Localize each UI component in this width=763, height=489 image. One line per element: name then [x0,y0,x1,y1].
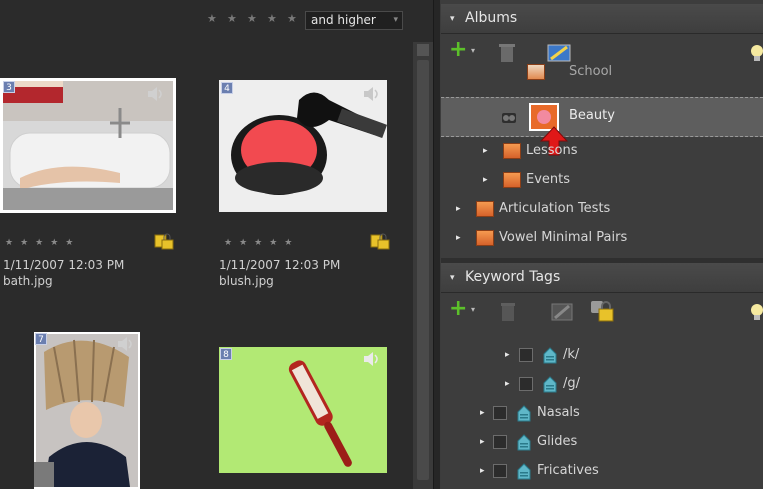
chevron-down-icon[interactable]: ▾ [471,305,475,314]
expand-icon[interactable]: ▸ [480,466,485,476]
expand-icon[interactable]: ▸ [456,204,461,214]
lightbulb-icon[interactable] [750,303,763,321]
album-item-articulation-tests[interactable]: ▸ Articulation Tests [441,195,763,223]
tag-icon [543,376,557,393]
tag-lock-icon[interactable] [370,233,390,251]
expand-icon[interactable]: ▸ [480,408,485,418]
tag-checkbox[interactable] [493,406,507,420]
media-browser: ★ ★ ★ ★ ★ and higher ▾ 3 ★★★★★ 1/11/2007… [0,0,414,489]
keyword-tags-title: Keyword Tags [465,269,561,285]
album-label: School [569,64,613,79]
chevron-down-icon[interactable]: ▾ [471,46,475,55]
rating-filter-bar: ★ ★ ★ ★ ★ and higher ▾ [0,0,414,36]
item-rating-stars[interactable]: ★★★★★ [5,238,80,248]
tag-checkbox[interactable] [519,348,533,362]
tag-icon [543,347,557,364]
collapse-icon: ▾ [450,273,455,283]
rating-filter-select[interactable]: and higher ▾ [305,11,403,30]
album-item-beauty[interactable]: Beauty [441,97,763,137]
item-number-badge: 4 [221,82,233,94]
album-folder-icon [476,201,494,217]
tag-label: Fricatives [537,463,599,478]
collapse-icon: ▾ [450,14,455,24]
smart-album-icon [502,113,516,123]
rating-star-1[interactable]: ★ [207,13,217,25]
tag-icon [517,405,531,422]
keyword-tags-header[interactable]: ▾ Keyword Tags [441,263,763,293]
rating-star-4[interactable]: ★ [267,13,277,25]
chevron-down-icon: ▾ [393,15,398,25]
rating-star-3[interactable]: ★ [247,13,257,25]
expand-icon[interactable]: ▸ [505,350,510,360]
tag-lock-icon[interactable] [154,233,174,251]
rating-star-2[interactable]: ★ [227,13,237,25]
album-label: Beauty [569,108,615,123]
item-date: 1/11/2007 12:03 PM [3,258,125,272]
expand-icon[interactable]: ▸ [480,437,485,447]
album-item-events[interactable]: ▸ Events [441,166,763,194]
speaker-icon[interactable] [362,351,382,367]
tag-label: Nasals [537,405,580,420]
album-folder-icon [476,230,494,246]
expand-icon[interactable]: ▸ [483,146,488,156]
panel-divider[interactable] [441,258,763,263]
item-rating-stars[interactable]: ★★★★★ [224,238,299,248]
add-tag-button[interactable]: + [449,297,467,321]
tag-checkbox[interactable] [493,435,507,449]
tag-lock-icon[interactable] [588,299,616,325]
tag-item-g[interactable]: ▸ /g/ [441,370,763,398]
album-icon [527,64,545,80]
item-number-badge: 8 [220,348,232,360]
tag-icon [517,434,531,451]
speaker-icon[interactable] [362,86,382,102]
browser-scrollbar[interactable] [413,42,433,489]
tag-label: /k/ [563,347,580,362]
add-album-button[interactable]: + [449,38,467,62]
tag-item-fricatives[interactable]: ▸ Fricatives [441,457,763,485]
organize-panel: ▾ Albums + ▾ School Beauty ▸ Lessons ▸ E… [441,0,763,489]
item-number-badge: 7 [35,333,47,345]
item-date: 1/11/2007 12:03 PM [219,258,341,272]
album-item-vowel-minimal-pairs[interactable]: ▸ Vowel Minimal Pairs [441,224,763,252]
expand-icon[interactable]: ▸ [505,379,510,389]
media-thumbnail-blush[interactable]: 4 [219,80,387,212]
trash-icon[interactable] [501,302,515,322]
rating-star-5[interactable]: ★ [287,13,297,25]
media-thumbnail-brush[interactable]: 8 [219,347,387,473]
tag-label: Glides [537,434,578,449]
item-number-badge: 3 [3,81,15,93]
album-folder-icon [503,143,521,159]
media-thumbnail-hair[interactable]: 7 [34,332,140,489]
item-filename: bath.jpg [3,274,53,288]
item-filename: blush.jpg [219,274,274,288]
speaker-icon[interactable] [146,86,166,102]
album-label: Lessons [526,143,578,158]
album-item-lessons[interactable]: ▸ Lessons [441,137,763,165]
scrollbar-thumb[interactable] [417,60,429,480]
tag-item-nasals[interactable]: ▸ Nasals [441,399,763,427]
hair-photo [34,334,138,487]
scroll-up-button[interactable] [417,44,429,56]
tag-item-glides[interactable]: ▸ Glides [441,428,763,456]
tag-checkbox[interactable] [493,464,507,478]
media-thumbnail-bath[interactable]: 3 [0,78,176,213]
expand-icon[interactable]: ▸ [483,175,488,185]
rating-filter-value: and higher [311,13,376,27]
albums-header[interactable]: ▾ Albums [441,4,763,34]
tag-icon [517,463,531,480]
album-label: Vowel Minimal Pairs [499,230,628,245]
expand-icon[interactable]: ▸ [456,233,461,243]
speaker-icon[interactable] [116,336,136,352]
album-label: Articulation Tests [499,201,611,216]
album-item-school[interactable]: School [441,60,763,84]
albums-title: Albums [465,10,518,26]
keyword-tags-toolbar: + ▾ [441,293,763,329]
edit-tag-icon[interactable] [551,302,573,322]
panel-splitter[interactable] [433,0,441,489]
tag-checkbox[interactable] [519,377,533,391]
album-label: Events [526,172,571,187]
tag-label: /g/ [563,376,581,391]
album-folder-icon [503,172,521,188]
tag-item-k[interactable]: ▸ /k/ [441,341,763,369]
